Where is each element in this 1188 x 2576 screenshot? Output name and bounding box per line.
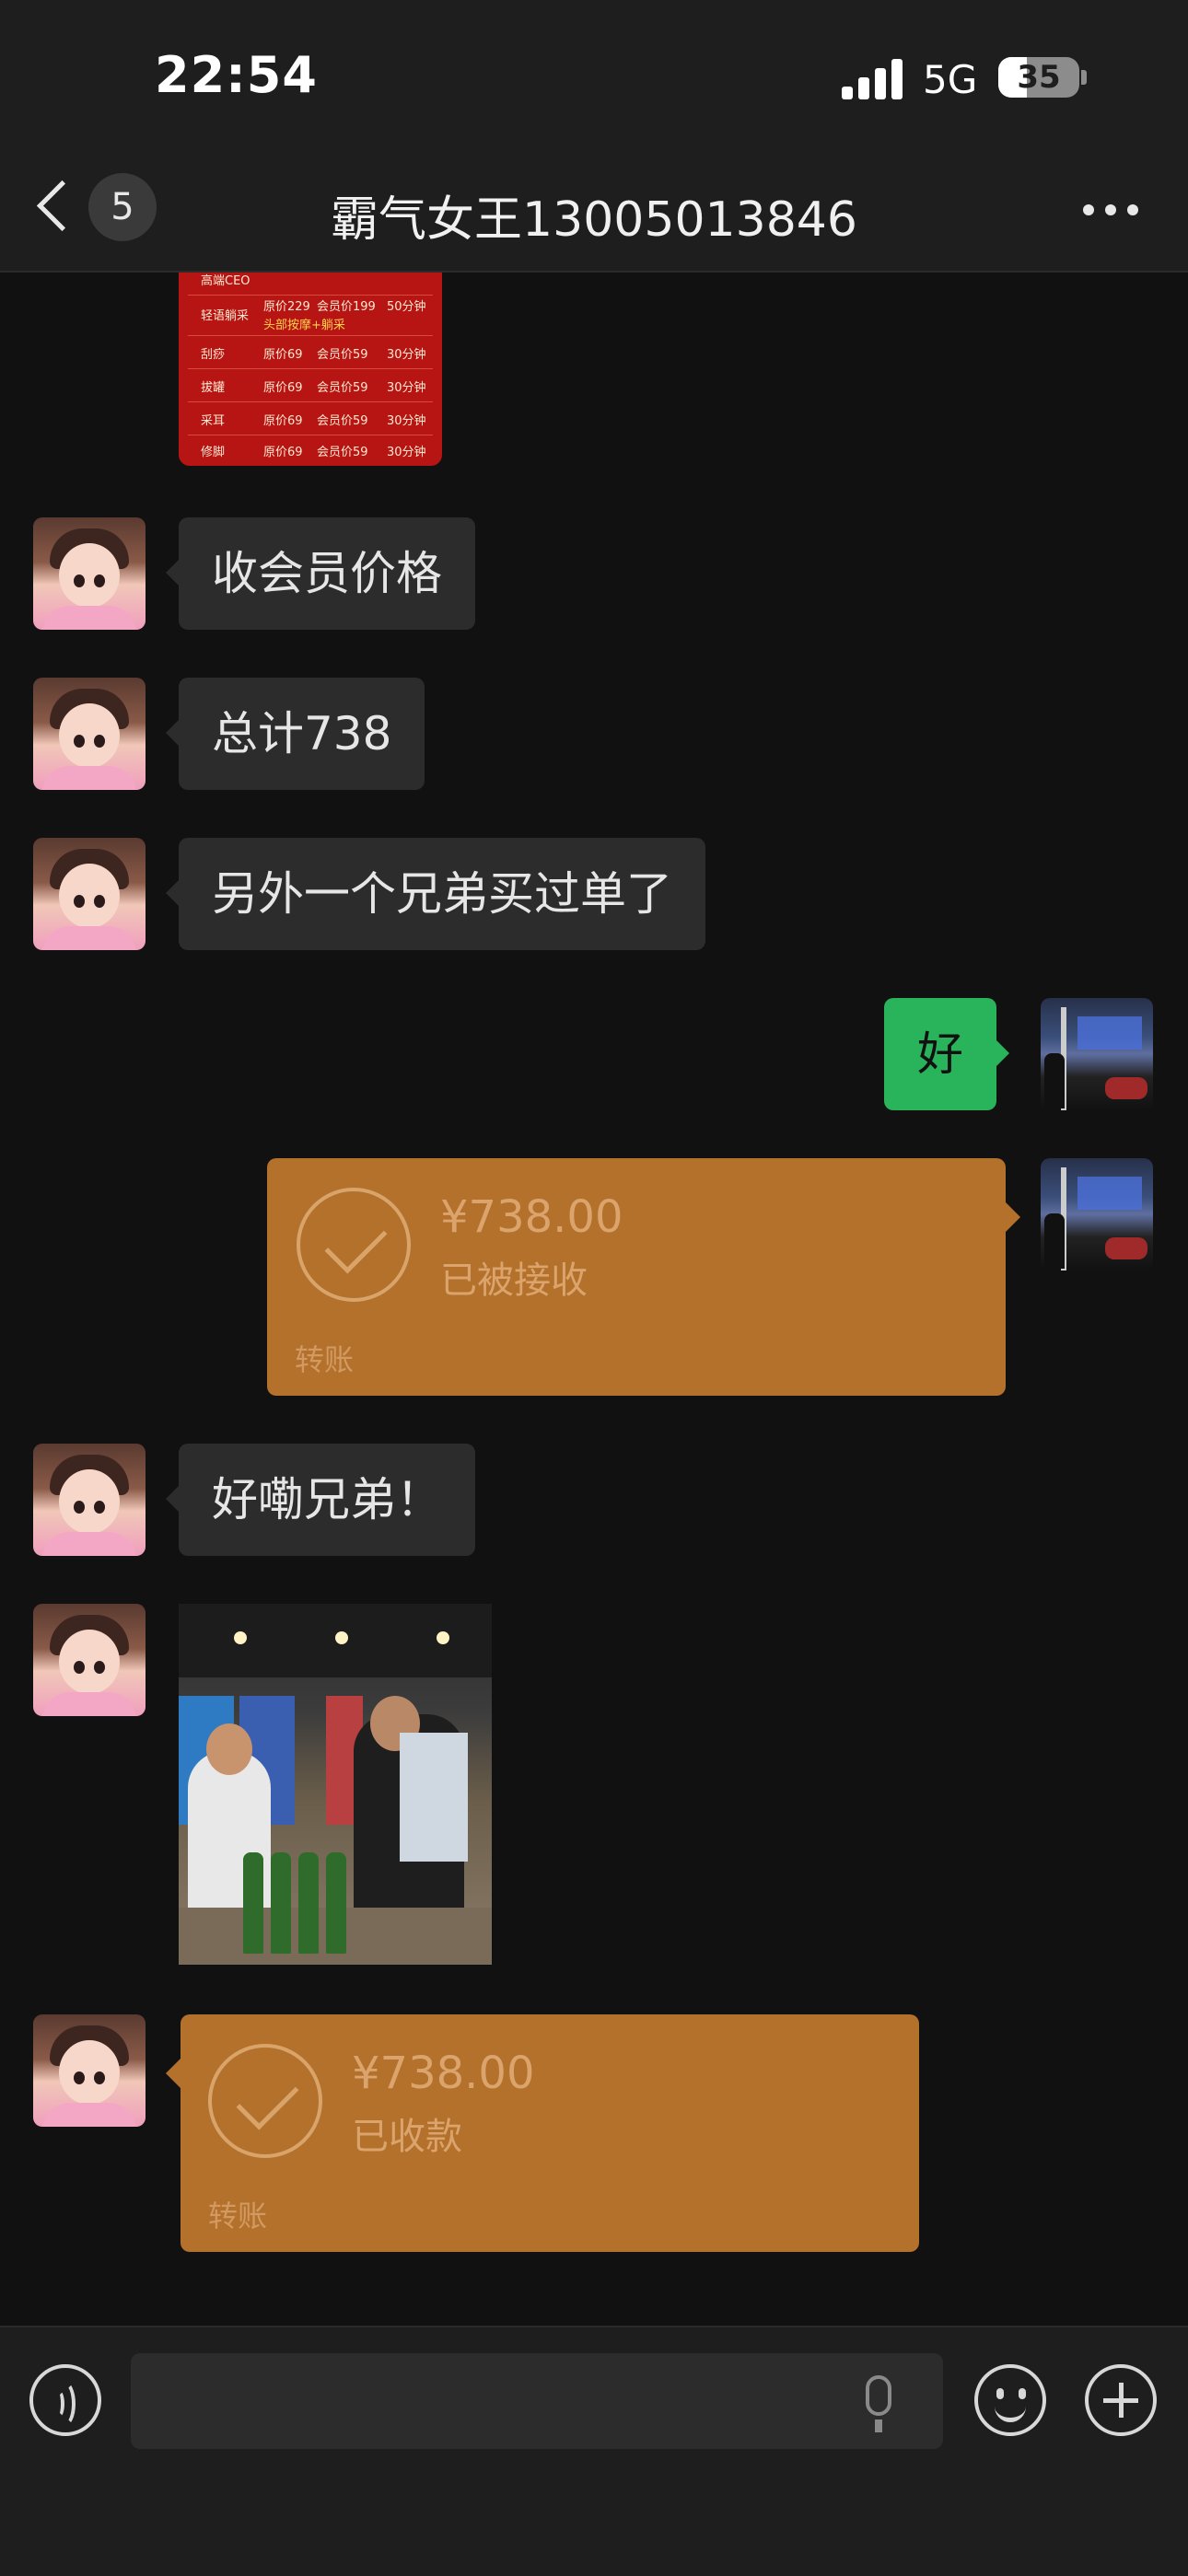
microphone-stand (875, 2419, 882, 2432)
battery-tip (1081, 70, 1087, 85)
price-row: 刮痧 原价69 会员价59 30分钟 (188, 337, 433, 369)
contact-avatar[interactable] (33, 1444, 146, 1556)
transfer-amount: ¥738.00 (440, 1191, 623, 1243)
price-original: 原价69 (263, 348, 303, 362)
more-dots-icon (1127, 204, 1138, 215)
message-bubble[interactable]: 好嘞兄弟！ (166, 1444, 475, 1556)
chat-header: 5 霸气女王13005013846 (0, 157, 1188, 273)
transfer-status: 已被接收 (440, 1259, 588, 1302)
battery-level: 35 (1017, 59, 1061, 96)
input-bar (0, 2326, 1188, 2576)
price-original: 原价229 (263, 300, 310, 314)
my-avatar[interactable] (1041, 1158, 1153, 1271)
check-circle-icon (208, 2044, 322, 2158)
price-original: 原价69 (263, 446, 303, 459)
contact-avatar[interactable] (33, 517, 146, 630)
price-list-image[interactable]: 高端CEO 轻语躺采 原价229 会员价199 50分钟 头部按摩+躺采 刮痧 … (179, 273, 442, 466)
price-duration: 50分钟 (387, 300, 426, 314)
price-member: 会员价59 (317, 348, 368, 362)
plus-button[interactable] (1085, 2364, 1157, 2436)
price-duration: 30分钟 (387, 348, 426, 362)
price-row: 拔罐 原价69 会员价59 30分钟 (188, 370, 433, 402)
price-duration: 30分钟 (387, 414, 426, 428)
chat-title: 霸气女王13005013846 (331, 192, 857, 248)
price-row: 高端CEO (188, 273, 433, 296)
battery-icon: 35 (998, 57, 1079, 98)
message-bubble[interactable]: 收会员价格 (166, 517, 475, 630)
price-note: 头部按摩+躺采 (263, 319, 345, 332)
voice-button[interactable] (29, 2364, 101, 2436)
contact-avatar[interactable] (33, 2014, 146, 2127)
message-bubble[interactable]: 另外一个兄弟买过单了 (166, 838, 705, 950)
my-avatar[interactable] (1041, 998, 1153, 1110)
transfer-amount: ¥738.00 (352, 2048, 535, 2099)
transfer-label: 转账 (295, 1342, 355, 1377)
network-type: 5G (923, 57, 978, 102)
contact-avatar[interactable] (33, 678, 146, 790)
transfer-card-received[interactable]: ¥738.00 已收款 转账 (166, 2014, 919, 2252)
price-original: 原价69 (263, 381, 303, 395)
transfer-card-sent[interactable]: ¥738.00 已被接收 转账 (267, 1158, 1020, 1396)
emoji-button[interactable] (974, 2364, 1046, 2436)
price-row: 轻语躺采 原价229 会员价199 50分钟 头部按摩+躺采 (188, 295, 433, 336)
price-item: 轻语躺采 (201, 309, 250, 323)
price-item: 刮痧 (201, 348, 226, 362)
photo-message[interactable] (179, 1604, 492, 1965)
price-item: 采耳 (201, 414, 226, 428)
price-original: 原价69 (263, 414, 303, 428)
price-item: 修脚 (201, 446, 226, 459)
price-member: 会员价59 (317, 381, 368, 395)
price-duration: 30分钟 (387, 446, 426, 459)
more-dots-icon (1105, 204, 1116, 215)
message-bubble[interactable]: 总计738 (165, 678, 425, 790)
price-duration: 30分钟 (387, 381, 426, 395)
transfer-status: 已收款 (352, 2116, 462, 2158)
price-member: 会员价59 (317, 446, 368, 459)
more-button[interactable] (1077, 193, 1151, 230)
check-circle-icon (297, 1188, 411, 1302)
price-item: 拔罐 (201, 381, 226, 395)
message-input[interactable] (131, 2353, 943, 2449)
message-bubble-outgoing[interactable]: 好 (884, 998, 1009, 1110)
price-member: 会员价199 (317, 300, 376, 314)
clock: 22:54 (155, 46, 318, 104)
status-bar: 22:54 5G 35 (0, 0, 1188, 157)
more-dots-icon (1083, 204, 1094, 215)
price-member: 会员价59 (317, 414, 368, 428)
microphone-icon[interactable] (866, 2375, 891, 2416)
transfer-label: 转账 (208, 2199, 268, 2234)
price-row: 修脚 原价69 会员价59 30分钟 (188, 435, 433, 466)
message-list[interactable]: 高端CEO 轻语躺采 原价229 会员价199 50分钟 头部按摩+躺采 刮痧 … (0, 273, 1188, 2324)
contact-avatar[interactable] (33, 1604, 146, 1716)
signal-icon (842, 57, 906, 99)
contact-avatar[interactable] (33, 838, 146, 950)
price-row: 采耳 原价69 会员价59 30分钟 (188, 403, 433, 435)
price-item: 高端CEO (201, 274, 250, 288)
